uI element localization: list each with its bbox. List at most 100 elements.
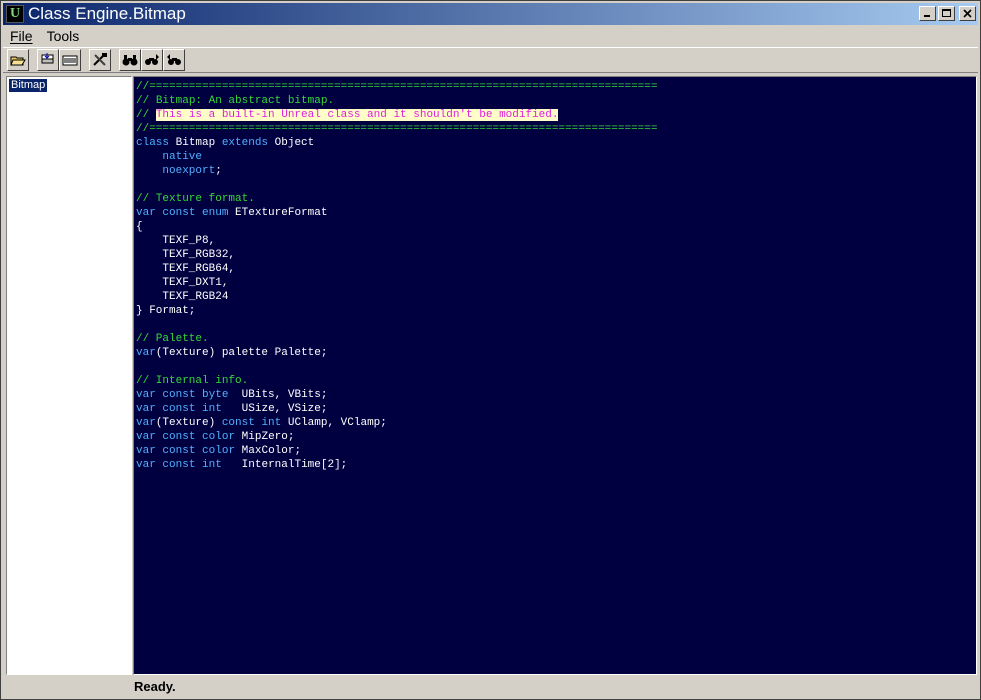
keyword: var xyxy=(136,403,156,415)
find-previous-icon xyxy=(167,54,181,65)
keyword: enum xyxy=(202,207,229,219)
code-line: TEXF_P8, xyxy=(136,234,976,248)
tools-button[interactable] xyxy=(89,49,111,71)
code-line: var const enum ETextureFormat xyxy=(136,206,976,220)
compile-all-button[interactable] xyxy=(59,49,81,71)
code-line: TEXF_RGB32, xyxy=(136,248,976,262)
code-text: ; xyxy=(215,165,222,177)
code-line: //======================================… xyxy=(136,81,658,93)
code-text: USize, VSize; xyxy=(221,403,328,415)
maximize-button[interactable] xyxy=(938,6,955,21)
code-line: // Internal info. xyxy=(136,375,249,387)
keyword: int xyxy=(261,417,282,429)
code-text: InternalTime[2]; xyxy=(221,459,348,471)
keyword: int xyxy=(202,403,222,415)
code-line: noexport; xyxy=(136,164,976,178)
keyword: var xyxy=(136,347,156,359)
keyword: var xyxy=(136,207,156,219)
open-button[interactable] xyxy=(7,49,29,71)
status-bar: Ready. xyxy=(134,679,176,694)
tree-item-bitmap[interactable]: Bitmap xyxy=(9,79,48,92)
menu-tools-label: Tools xyxy=(46,28,80,44)
keyword: byte xyxy=(202,389,229,401)
keyword: native xyxy=(162,151,203,163)
code-line: class Bitmap extends Object xyxy=(136,136,976,150)
enum-item: TEXF_RGB24 xyxy=(162,291,229,303)
keyword: var xyxy=(136,431,156,443)
keyword: color xyxy=(202,431,236,443)
enum-item: TEXF_DXT1, xyxy=(162,277,229,289)
code-text: MaxColor; xyxy=(235,445,302,457)
code-line: } Format; xyxy=(136,305,196,317)
find-button[interactable] xyxy=(119,49,141,71)
keyword: color xyxy=(202,445,236,457)
code-text: Bitmap xyxy=(169,137,222,149)
code-line: TEXF_RGB24 xyxy=(136,290,976,304)
code-editor[interactable]: //======================================… xyxy=(133,76,977,675)
keyword: const xyxy=(162,403,196,415)
unreal-u-icon[interactable]: U xyxy=(6,5,24,23)
keyword: var xyxy=(136,445,156,457)
keyword: const xyxy=(162,389,196,401)
close-button[interactable] xyxy=(959,6,976,21)
main-window: U Class Engine.Bitmap File Tools Bitmap … xyxy=(0,0,981,700)
tools-icon xyxy=(93,53,107,66)
menu-file-label: File xyxy=(10,28,33,44)
code-line: TEXF_RGB64, xyxy=(136,262,976,276)
highlighted-comment: This is a built-in Unreal class and it s… xyxy=(155,109,559,121)
minimize-button[interactable] xyxy=(919,6,936,21)
keyword: const xyxy=(162,207,196,219)
code-line: var const color MaxColor; xyxy=(136,444,976,458)
code-line: var const byte UBits, VBits; xyxy=(136,388,976,402)
code-text: (Texture) xyxy=(155,417,222,429)
find-icon xyxy=(122,55,138,66)
window-title: Class Engine.Bitmap xyxy=(28,4,186,23)
code-line: var(Texture) const int UClamp, VClamp; xyxy=(136,416,976,430)
find-next-icon xyxy=(145,54,159,65)
code-line: // Texture format. xyxy=(136,193,255,205)
code-line: var const color MipZero; xyxy=(136,430,976,444)
keyword: const xyxy=(162,445,196,457)
code-line: // This is a built-in Unreal class and i… xyxy=(136,108,976,122)
menu-tools[interactable]: Tools xyxy=(40,28,87,44)
code-comment: Bitmap: An abstract bitmap. xyxy=(155,95,335,107)
code-line: var(Texture) palette Palette; xyxy=(136,346,976,360)
find-next-button[interactable] xyxy=(141,49,163,71)
keyword: const xyxy=(162,431,196,443)
code-text: UBits, VBits; xyxy=(228,389,328,401)
enum-item: TEXF_RGB64, xyxy=(162,263,236,275)
code-line: var const int InternalTime[2]; xyxy=(136,458,976,472)
title-bar[interactable]: U Class Engine.Bitmap xyxy=(3,3,978,25)
compile-button[interactable] xyxy=(37,49,59,71)
compile-all-icon xyxy=(62,55,78,66)
code-line: // Palette. xyxy=(136,333,209,345)
code-text: UClamp, VClamp; xyxy=(281,417,387,429)
code-line: var const int USize, VSize; xyxy=(136,402,976,416)
keyword: noexport xyxy=(162,165,216,177)
menu-file[interactable]: File xyxy=(3,28,40,44)
code-line: //======================================… xyxy=(136,123,658,135)
code-text: ETextureFormat xyxy=(228,207,328,219)
enum-item: TEXF_P8, xyxy=(162,235,216,247)
keyword: var xyxy=(136,417,156,429)
open-icon xyxy=(10,56,26,66)
code-line: TEXF_DXT1, xyxy=(136,276,976,290)
code-comment-prefix: // xyxy=(136,95,156,107)
title-buttons xyxy=(919,6,976,21)
keyword: var xyxy=(136,389,156,401)
minimize-icon xyxy=(924,15,930,17)
enum-item: TEXF_RGB32, xyxy=(162,249,236,261)
menu-bar: File Tools xyxy=(3,26,978,46)
keyword: var xyxy=(136,459,156,471)
keyword: extends xyxy=(221,137,269,149)
code-text: (Texture) palette Palette; xyxy=(155,347,328,359)
find-previous-button[interactable] xyxy=(163,49,185,71)
maximize-icon xyxy=(942,9,951,17)
keyword: const xyxy=(162,459,196,471)
keyword: const xyxy=(221,417,255,429)
close-icon xyxy=(963,9,972,18)
class-tree[interactable]: Bitmap xyxy=(6,76,132,675)
